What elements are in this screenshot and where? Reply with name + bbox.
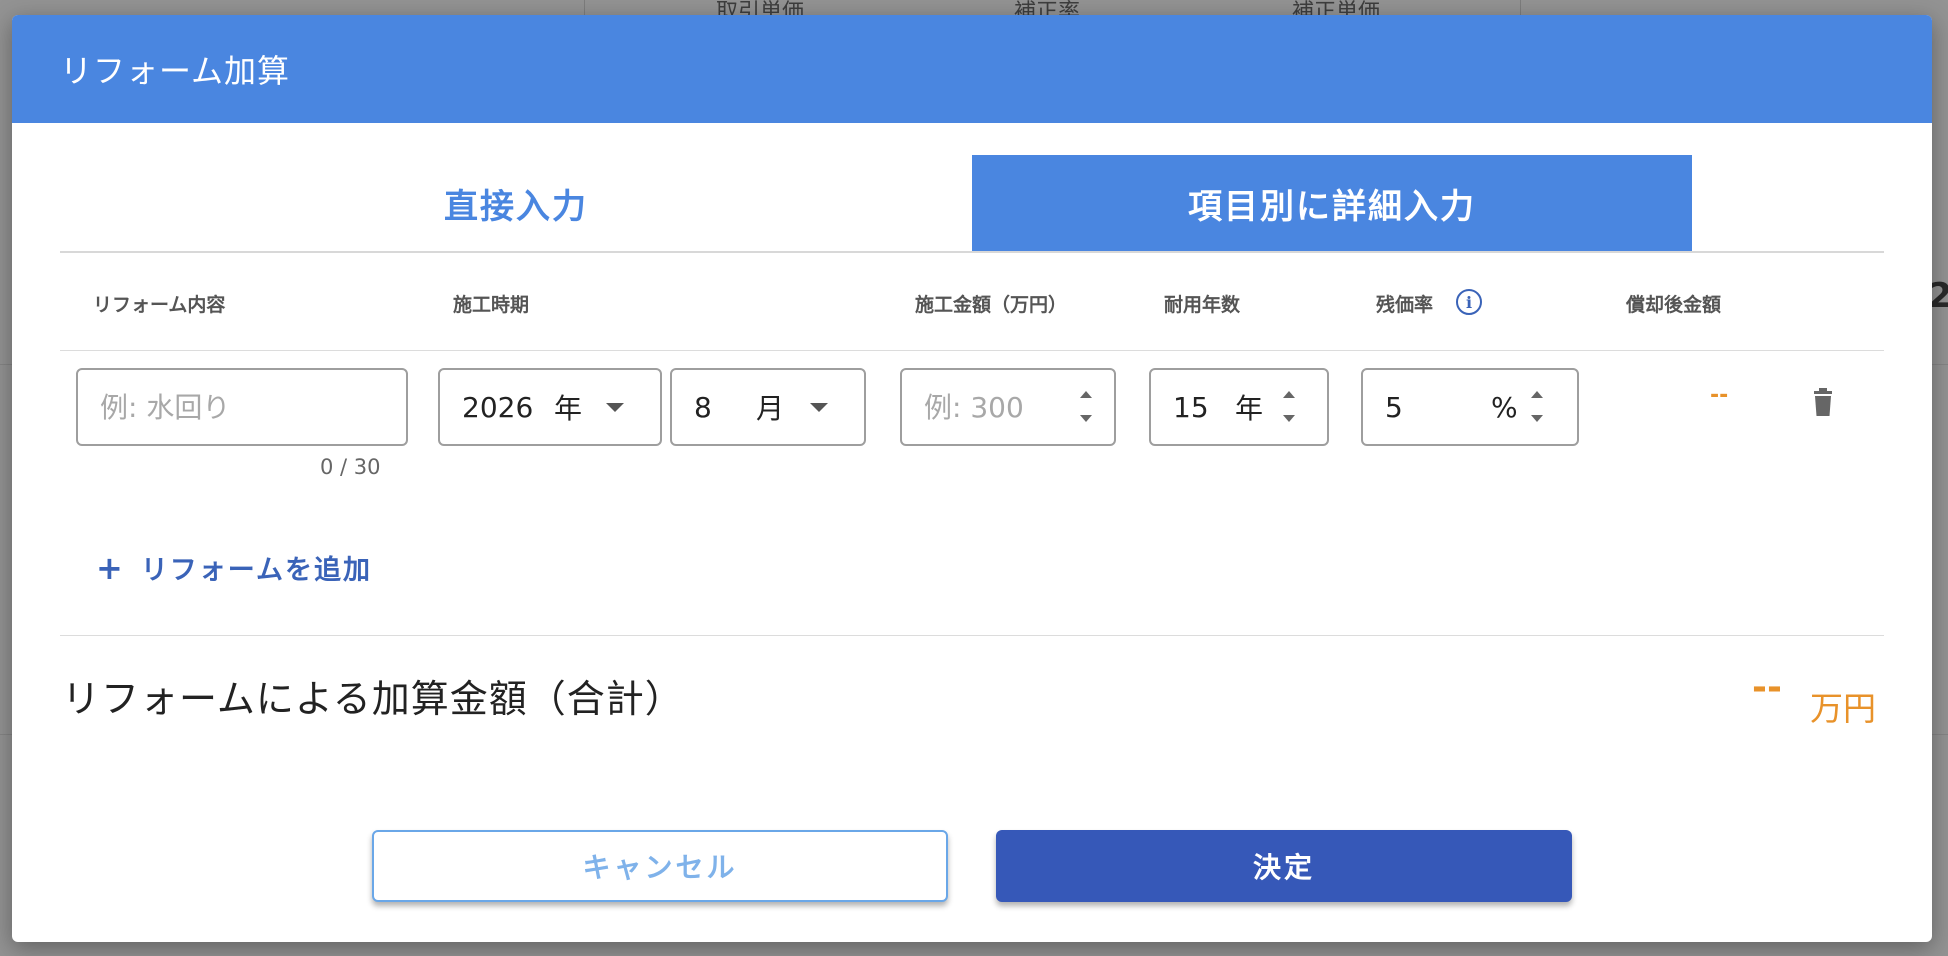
info-icon[interactable]: i xyxy=(1456,289,1482,315)
col-header-residual: 残価率 xyxy=(1376,294,1434,316)
useful-life-value: 15 xyxy=(1173,390,1209,424)
after-depreciation-value: -- xyxy=(1710,383,1729,408)
input-mode-tabs: 直接入力 項目別に詳細入力 xyxy=(60,155,1884,253)
year-unit: 年 xyxy=(554,392,583,425)
add-reform-label: リフォームを追加 xyxy=(140,555,373,586)
stepper-icon[interactable] xyxy=(1281,387,1297,427)
year-value: 2026 xyxy=(462,390,534,424)
dialog-header: リフォーム加算 xyxy=(12,15,1932,123)
month-value: 8 xyxy=(694,390,712,424)
reform-content-field[interactable] xyxy=(76,368,408,446)
month-unit: 月 xyxy=(756,392,785,425)
year-select[interactable]: 2026 年 xyxy=(438,368,662,446)
total-unit: 万円 xyxy=(1810,689,1876,728)
ok-button[interactable]: 決定 xyxy=(996,830,1572,902)
add-reform-button[interactable]: + リフォームを追加 xyxy=(96,548,372,587)
amount-input[interactable] xyxy=(902,390,1074,424)
stepper-icon[interactable] xyxy=(1529,387,1545,427)
stepper-icon[interactable] xyxy=(1078,387,1094,427)
amount-field[interactable] xyxy=(900,368,1116,446)
useful-life-field[interactable]: 15 年 xyxy=(1149,368,1329,446)
month-select[interactable]: 8 月 xyxy=(670,368,866,446)
useful-life-unit: 年 xyxy=(1235,392,1264,425)
total-label: リフォームによる加算金額（合計） xyxy=(62,677,684,721)
col-header-amount: 施工金額（万円） xyxy=(915,294,1068,316)
section-divider xyxy=(60,635,1884,636)
residual-rate-value: 5 xyxy=(1385,390,1403,424)
reform-content-input[interactable] xyxy=(78,390,406,424)
residual-rate-unit: % xyxy=(1491,390,1518,424)
col-header-period: 施工時期 xyxy=(453,294,530,316)
tab-direct-input[interactable]: 直接入力 xyxy=(60,155,972,251)
col-header-after: 償却後金額 xyxy=(1626,294,1722,316)
reform-dialog: リフォーム加算 直接入力 項目別に詳細入力 リフォーム内容 施工時期 施工金額（… xyxy=(12,15,1932,942)
dialog-title: リフォーム加算 xyxy=(60,52,291,90)
col-header-content: リフォーム内容 xyxy=(93,294,226,316)
plus-icon: + xyxy=(96,548,125,587)
tab-detail-input[interactable]: 項目別に詳細入力 xyxy=(972,155,1692,251)
col-header-useful-life: 耐用年数 xyxy=(1164,294,1241,316)
total-value: -- xyxy=(1752,667,1782,708)
chevron-down-icon xyxy=(606,403,624,412)
residual-rate-field[interactable]: 5 % xyxy=(1361,368,1579,446)
char-counter: 0 / 30 xyxy=(320,455,381,479)
chevron-down-icon xyxy=(810,403,828,412)
header-divider xyxy=(60,350,1884,351)
trash-icon[interactable] xyxy=(1812,388,1834,418)
cancel-button[interactable]: キャンセル xyxy=(372,830,948,902)
